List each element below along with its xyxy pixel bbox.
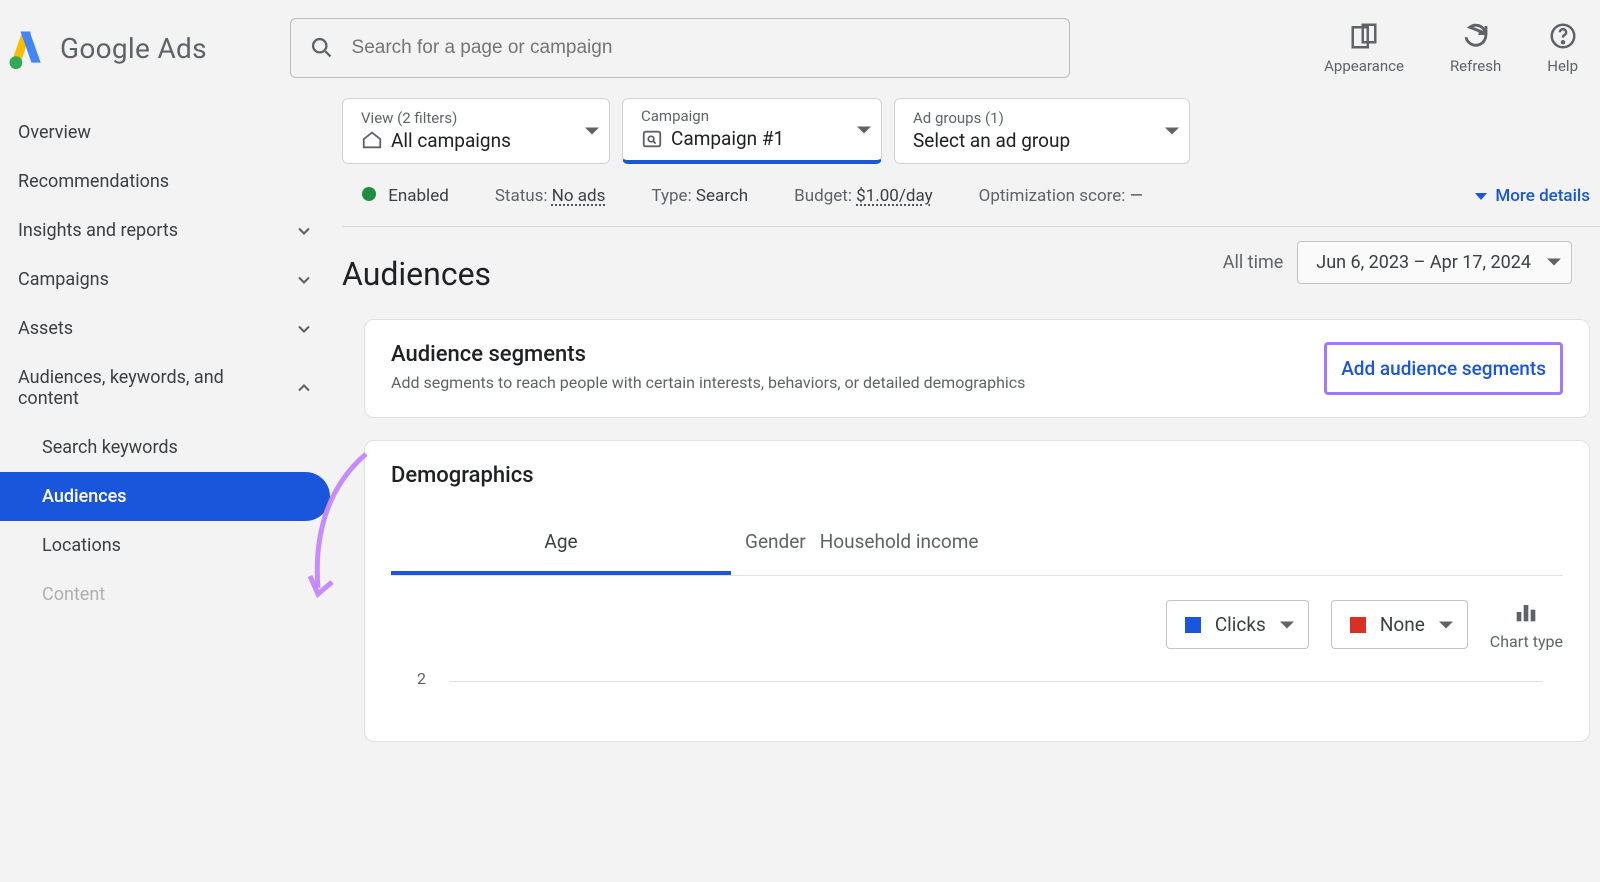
chart-type-label: Chart type — [1490, 632, 1563, 651]
sidebar-item-search-keywords[interactable]: Search keywords — [0, 423, 330, 472]
search-box[interactable] — [290, 18, 1070, 78]
tab-income-label: Household income — [820, 530, 979, 553]
status-budget: Budget: $1.00/day — [794, 186, 932, 206]
caret-down-icon — [1439, 621, 1453, 628]
scope-campaign-selector[interactable]: Campaign Campaign #1 — [622, 98, 882, 164]
demographics-title: Demographics — [391, 463, 1563, 488]
segments-card-subtitle: Add segments to reach people with certai… — [391, 373, 1025, 392]
tab-gender[interactable]: Gender — [745, 512, 806, 575]
refresh-icon — [1461, 21, 1491, 51]
caret-down-icon — [857, 126, 871, 133]
sidebar-label: Content — [42, 584, 105, 605]
sidebar-label: Insights and reports — [18, 220, 178, 241]
sidebar-label: Audiences, keywords, and content — [18, 367, 268, 409]
appearance-label: Appearance — [1324, 57, 1404, 75]
tab-age-label: Age — [544, 530, 577, 553]
metric-1-dropdown[interactable]: Clicks — [1166, 600, 1309, 649]
caret-down-icon — [1280, 621, 1294, 628]
page-title: Audiences — [342, 255, 491, 293]
tab-income[interactable]: Household income — [820, 512, 979, 575]
sidebar-item-assets[interactable]: Assets — [0, 304, 330, 353]
home-icon — [361, 129, 383, 151]
brand-text: Google Ads — [60, 32, 207, 65]
sidebar-label: Search keywords — [42, 437, 178, 458]
chevron-down-icon — [294, 319, 314, 339]
sidebar-item-insights[interactable]: Insights and reports — [0, 206, 330, 255]
demographics-card: Demographics Age Gender Household income… — [364, 440, 1590, 742]
more-details-label: More details — [1495, 186, 1590, 206]
refresh-label: Refresh — [1450, 57, 1501, 75]
caret-down-icon — [1165, 128, 1179, 135]
caret-down-icon — [585, 128, 599, 135]
metric-2-label: None — [1380, 613, 1425, 636]
status-enabled: Enabled — [362, 186, 449, 206]
series-color-swatch-icon — [1185, 617, 1201, 633]
sidebar-label: Campaigns — [18, 269, 109, 290]
more-details-button[interactable]: More details — [1475, 186, 1590, 206]
bar-chart-icon — [1512, 598, 1540, 626]
status-optimization: Optimization score: — — [979, 186, 1143, 206]
sidebar-label: Recommendations — [18, 171, 169, 192]
scope-adgroup-label: Ad groups (1) — [913, 109, 1149, 127]
chart-type-button[interactable]: Chart type — [1490, 598, 1563, 651]
time-all-time-label: All time — [1223, 252, 1284, 273]
chevron-down-icon — [1475, 193, 1487, 200]
search-campaign-icon — [641, 128, 663, 150]
sidebar-label: Locations — [42, 535, 121, 556]
chart-y-tick-label: 2 — [417, 669, 426, 688]
sidebar-item-locations[interactable]: Locations — [0, 521, 330, 570]
date-range-value: Jun 6, 2023 – Apr 17, 2024 — [1316, 252, 1531, 273]
sidebar: Overview Recommendations Insights and re… — [0, 98, 330, 742]
search-icon — [309, 35, 334, 61]
brand: Google Ads — [0, 26, 260, 70]
search-input[interactable] — [352, 37, 1051, 59]
scope-campaign-label: Campaign — [641, 107, 841, 125]
chevron-up-icon — [294, 378, 314, 398]
metric-2-dropdown[interactable]: None — [1331, 600, 1468, 649]
sidebar-item-audiences-kw-content[interactable]: Audiences, keywords, and content — [0, 353, 330, 423]
status-status: Status: No ads — [495, 186, 606, 206]
sidebar-item-audiences[interactable]: Audiences — [0, 472, 330, 521]
enabled-dot-icon — [362, 187, 376, 201]
sidebar-item-content[interactable]: Content — [0, 570, 330, 619]
help-action[interactable]: Help — [1547, 21, 1578, 75]
scope-campaign-value: Campaign #1 — [671, 127, 784, 150]
status-type: Type: Search — [651, 186, 748, 206]
add-segments-label: Add audience segments — [1341, 357, 1546, 380]
sidebar-label: Audiences — [42, 486, 127, 507]
tab-age[interactable]: Age — [391, 512, 731, 575]
sidebar-item-campaigns[interactable]: Campaigns — [0, 255, 330, 304]
scope-view-selector[interactable]: View (2 filters) All campaigns — [342, 98, 610, 164]
chart-area: 2 — [391, 659, 1563, 719]
help-label: Help — [1547, 57, 1578, 75]
sidebar-label: Overview — [18, 122, 91, 143]
audience-segments-card: Audience segments Add segments to reach … — [364, 319, 1590, 418]
scope-view-label: View (2 filters) — [361, 109, 569, 127]
sidebar-item-overview[interactable]: Overview — [0, 108, 330, 157]
add-audience-segments-button[interactable]: Add audience segments — [1324, 342, 1563, 395]
status-enabled-label: Enabled — [388, 186, 449, 206]
segments-card-title: Audience segments — [391, 342, 1025, 367]
scope-adgroup-selector[interactable]: Ad groups (1) Select an ad group — [894, 98, 1190, 164]
status-row: Enabled Status: No ads Type: Search Budg… — [342, 182, 1600, 227]
help-icon — [1548, 21, 1578, 51]
sidebar-label: Assets — [18, 318, 73, 339]
appearance-icon — [1349, 21, 1379, 51]
chart-gridline — [449, 681, 1543, 682]
scope-adgroup-value: Select an ad group — [913, 129, 1070, 152]
chevron-down-icon — [294, 270, 314, 290]
tab-gender-label: Gender — [745, 530, 806, 553]
metric-1-label: Clicks — [1215, 613, 1266, 636]
google-ads-logo-icon — [4, 26, 48, 70]
sidebar-item-recommendations[interactable]: Recommendations — [0, 157, 330, 206]
caret-down-icon — [1547, 259, 1561, 266]
date-range-picker[interactable]: Jun 6, 2023 – Apr 17, 2024 — [1297, 241, 1572, 284]
refresh-action[interactable]: Refresh — [1450, 21, 1501, 75]
scope-view-value: All campaigns — [391, 129, 511, 152]
appearance-action[interactable]: Appearance — [1324, 21, 1404, 75]
chevron-down-icon — [294, 221, 314, 241]
series-color-swatch-icon — [1350, 617, 1366, 633]
